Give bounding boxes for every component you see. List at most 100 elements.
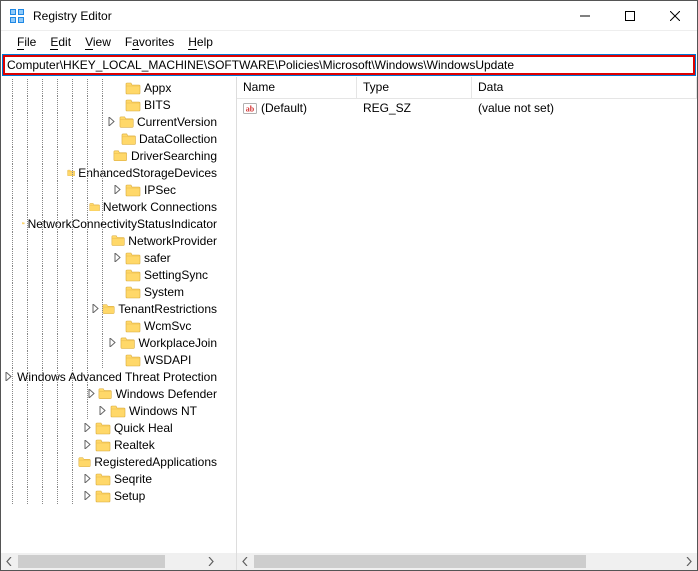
tree-item[interactable]: Network Connections	[1, 198, 219, 215]
folder-icon	[125, 285, 141, 299]
tree-item-label: DataCollection	[139, 132, 219, 146]
tree-item-label: TenantRestrictions	[118, 302, 219, 316]
folder-icon	[110, 404, 126, 418]
scroll-left-icon[interactable]	[1, 553, 18, 570]
tree-item-label: System	[144, 285, 186, 299]
tree-item[interactable]: BITS	[1, 96, 219, 113]
tree-item[interactable]: Seqrite	[1, 470, 219, 487]
tree-item[interactable]: Windows Advanced Threat Protection	[1, 368, 219, 385]
tree-item-label: Windows NT	[129, 404, 199, 418]
scroll-left-icon[interactable]	[237, 553, 254, 570]
value-data: (value not set)	[472, 101, 697, 115]
tree-item[interactable]: Appx	[1, 79, 219, 96]
column-type[interactable]: Type	[357, 77, 472, 98]
value-rows: ab (Default) REG_SZ(value not set)	[237, 99, 697, 117]
tree-item[interactable]: Windows NT	[1, 402, 219, 419]
tree-item[interactable]: safer	[1, 249, 219, 266]
tree-expander[interactable]	[80, 440, 94, 449]
tree-item[interactable]: Setup	[1, 487, 219, 504]
addressbar[interactable]	[3, 55, 695, 75]
maximize-button[interactable]	[607, 1, 652, 30]
tree-item-label: WorkplaceJoin	[139, 336, 219, 350]
tree-item[interactable]: CurrentVersion	[1, 113, 219, 130]
tree-item[interactable]: RegisteredApplications	[1, 453, 219, 470]
tree-expander[interactable]	[80, 423, 94, 432]
tree-item[interactable]: WorkplaceJoin	[1, 334, 219, 351]
tree-item[interactable]: EnhancedStorageDevices	[1, 164, 219, 181]
tree-item-label: WSDAPI	[144, 353, 193, 367]
menu-edit[interactable]: Edit	[44, 33, 77, 51]
folder-icon	[102, 302, 115, 316]
address-input[interactable]	[7, 58, 691, 72]
folder-icon	[125, 268, 141, 282]
tree-expander[interactable]	[110, 185, 124, 194]
tree-item[interactable]: Realtek	[1, 436, 219, 453]
column-data[interactable]: Data	[472, 77, 697, 98]
tree-expander[interactable]	[104, 117, 117, 126]
close-button[interactable]	[652, 1, 697, 30]
tree-expander[interactable]	[95, 406, 109, 415]
tree-item[interactable]: DataCollection	[1, 130, 219, 147]
value-type: REG_SZ	[357, 101, 472, 115]
window-title: Registry Editor	[33, 9, 562, 23]
tree-item-label: WcmSvc	[144, 319, 193, 333]
tree-item[interactable]: Windows Defender	[1, 385, 219, 402]
folder-icon	[121, 132, 136, 146]
tree-item[interactable]: DriverSearching	[1, 147, 219, 164]
minimize-button[interactable]	[562, 1, 607, 30]
folder-icon	[125, 319, 141, 333]
tree-expander[interactable]	[110, 253, 124, 262]
menubar: File Edit View Favorites Help	[1, 31, 697, 55]
tree-item[interactable]: Quick Heal	[1, 419, 219, 436]
tree-item-label: Setup	[114, 489, 147, 503]
tree-item[interactable]: NetworkConnectivityStatusIndicator	[1, 215, 219, 232]
tree-item-label: EnhancedStorageDevices	[78, 166, 219, 180]
folder-icon	[125, 251, 141, 265]
tree-item[interactable]: WcmSvc	[1, 317, 219, 334]
tree-item[interactable]: TenantRestrictions	[1, 300, 219, 317]
menu-favorites[interactable]: Favorites	[119, 33, 180, 51]
tree-item-label: SettingSync	[144, 268, 210, 282]
menu-file[interactable]: File	[11, 33, 42, 51]
folder-icon	[125, 353, 141, 367]
value-scroll[interactable]: Name Type Data ab (Default) REG_SZ(value n…	[237, 77, 697, 553]
folder-icon	[98, 387, 112, 401]
tree-hscrollbar[interactable]	[1, 553, 219, 570]
tree-pane: Appx BITSCurrentVersion DataCollectionDriv…	[1, 77, 237, 570]
tree-expander[interactable]	[90, 304, 101, 313]
tree-item[interactable]: System	[1, 283, 219, 300]
tree-item-label: Windows Defender	[116, 387, 219, 401]
scroll-thumb[interactable]	[254, 555, 586, 568]
tree-item-label: safer	[144, 251, 173, 265]
folder-icon	[119, 115, 134, 129]
tree-expander[interactable]	[80, 474, 94, 483]
svg-text:ab: ab	[246, 105, 255, 114]
tree-item-label: BITS	[144, 98, 173, 112]
column-header: Name Type Data	[237, 77, 697, 99]
tree-item[interactable]: IPSec	[1, 181, 219, 198]
column-name[interactable]: Name	[237, 77, 357, 98]
tree-expander[interactable]	[106, 338, 119, 347]
value-name: (Default)	[261, 101, 307, 115]
scroll-track[interactable]	[254, 553, 680, 570]
scroll-thumb[interactable]	[18, 555, 165, 568]
window-controls	[562, 1, 697, 30]
value-hscrollbar[interactable]	[237, 553, 697, 570]
tree-item-label: Windows Advanced Threat Protection	[17, 370, 219, 384]
tree-item-label: Quick Heal	[114, 421, 175, 435]
scroll-track[interactable]	[18, 553, 202, 570]
content: Appx BITSCurrentVersion DataCollectionDriv…	[1, 77, 697, 570]
scroll-right-icon[interactable]	[202, 553, 219, 570]
scroll-right-icon[interactable]	[680, 553, 697, 570]
tree-item-label: NetworkProvider	[128, 234, 219, 248]
tree-item-label: Realtek	[114, 438, 157, 452]
menu-view[interactable]: View	[79, 33, 117, 51]
tree-scroll[interactable]: Appx BITSCurrentVersion DataCollectionDriv…	[1, 77, 219, 553]
tree-item[interactable]: WSDAPI	[1, 351, 219, 368]
tree-item[interactable]: NetworkProvider	[1, 232, 219, 249]
tree-item[interactable]: SettingSync	[1, 266, 219, 283]
tree-expander[interactable]	[80, 491, 94, 500]
folder-icon	[125, 81, 141, 95]
menu-help[interactable]: Help	[182, 33, 219, 51]
value-row[interactable]: ab (Default) REG_SZ(value not set)	[237, 99, 697, 117]
